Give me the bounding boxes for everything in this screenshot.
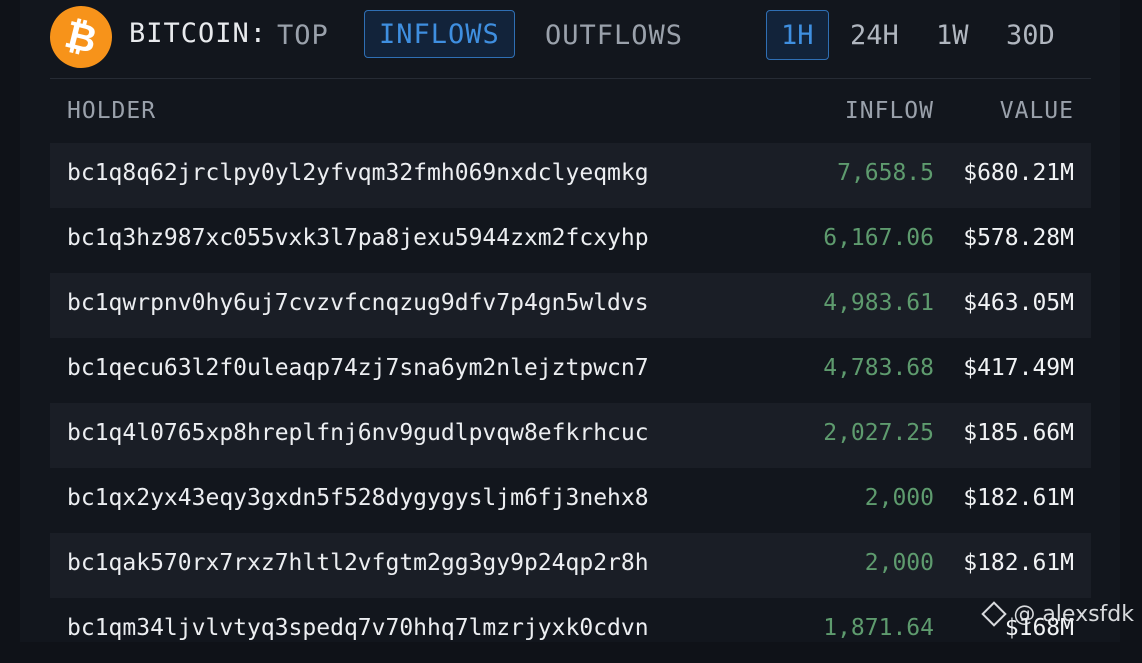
column-header-inflow[interactable]: INFLOW [845, 98, 934, 124]
holder-address[interactable]: bc1qecu63l2f0uleaqp74zj7sna6ym2nlejztpwc… [67, 355, 649, 381]
tab-top[interactable]: TOP [277, 18, 329, 54]
holder-address[interactable]: bc1q4l0765xp8hreplfnj6nv9gudlpvqw8efkrhc… [67, 420, 649, 446]
holder-address[interactable]: bc1qm34ljvlvtyq3spedq7v70hhq7lmzrjyxk0cd… [67, 615, 649, 641]
range-30d[interactable]: 30D [1006, 18, 1055, 54]
inflow-amount: 1,871.64 [823, 615, 934, 641]
table-row[interactable]: bc1qak570rx7rxz7hltl2vfgtm2gg3gy9p24qp2r… [50, 533, 1091, 598]
inflow-amount: 4,783.68 [823, 355, 934, 381]
binance-icon [981, 601, 1008, 627]
inflow-amount: 2,027.25 [823, 420, 934, 446]
holder-address[interactable]: bc1q8q62jrclpy0yl2yfvqm32fmh069nxdclyeqm… [67, 160, 649, 186]
holder-address[interactable]: bc1qak570rx7rxz7hltl2vfgtm2gg3gy9p24qp2r… [67, 550, 649, 576]
table-row[interactable]: bc1qm34ljvlvtyq3spedq7v70hhq7lmzrjyxk0cd… [50, 598, 1091, 663]
inflow-amount: 2,000 [864, 550, 934, 576]
usd-value: $182.61M [963, 485, 1074, 511]
usd-value: $680.21M [963, 160, 1074, 186]
app-frame: ₿ BITCOIN: TOP INFLOWS OUTFLOWS 1H 24H 1… [0, 0, 1142, 642]
inflow-amount: 6,167.06 [823, 225, 934, 251]
tab-inflows[interactable]: INFLOWS [364, 10, 515, 58]
usd-value: $182.61M [963, 550, 1074, 576]
usd-value: $578.28M [963, 225, 1074, 251]
table-row[interactable]: bc1qecu63l2f0uleaqp74zj7sna6ym2nlejztpwc… [50, 338, 1091, 403]
inflow-amount: 7,658.5 [837, 160, 934, 186]
holder-address[interactable]: bc1qwrpnv0hy6uj7cvzvfcnqzug9dfv7p4gn5wld… [67, 290, 649, 316]
holder-address[interactable]: bc1q3hz987xc055vxk3l7pa8jexu5944zxm2fcxy… [67, 225, 649, 251]
usd-value: $417.49M [963, 355, 1074, 381]
range-1h[interactable]: 1H [766, 10, 829, 60]
range-1w[interactable]: 1W [936, 18, 969, 54]
usd-value: $463.05M [963, 290, 1074, 316]
panel-header: ₿ BITCOIN: TOP INFLOWS OUTFLOWS 1H 24H 1… [43, 0, 1091, 79]
holders-table: bc1q8q62jrclpy0yl2yfvqm32fmh069nxdclyeqm… [50, 143, 1091, 663]
table-row[interactable]: bc1q4l0765xp8hreplfnj6nv9gudlpvqw8efkrhc… [50, 403, 1091, 468]
table-row[interactable]: bc1q8q62jrclpy0yl2yfvqm32fmh069nxdclyeqm… [50, 143, 1091, 208]
column-header-holder[interactable]: HOLDER [67, 98, 156, 124]
usd-value: $185.66M [963, 420, 1074, 446]
column-header-value[interactable]: VALUE [1000, 98, 1074, 124]
coin-label: BITCOIN: [129, 18, 268, 49]
holder-address[interactable]: bc1qx2yx43eqy3gxdn5f528dygygysljm6fj3neh… [67, 485, 649, 511]
range-24h[interactable]: 24H [850, 18, 899, 54]
table-row[interactable]: bc1q3hz987xc055vxk3l7pa8jexu5944zxm2fcxy… [50, 208, 1091, 273]
watermark: @ alexsfdk [981, 601, 1134, 627]
watermark-text: @ alexsfdk [1013, 602, 1134, 627]
table-row[interactable]: bc1qwrpnv0hy6uj7cvzvfcnqzug9dfv7p4gn5wld… [50, 273, 1091, 338]
table-row[interactable]: bc1qx2yx43eqy3gxdn5f528dygygysljm6fj3neh… [50, 468, 1091, 533]
inflow-amount: 4,983.61 [823, 290, 934, 316]
bitcoin-icon: ₿ [43, 0, 119, 75]
inflow-amount: 2,000 [864, 485, 934, 511]
tab-outflows[interactable]: OUTFLOWS [545, 18, 683, 54]
